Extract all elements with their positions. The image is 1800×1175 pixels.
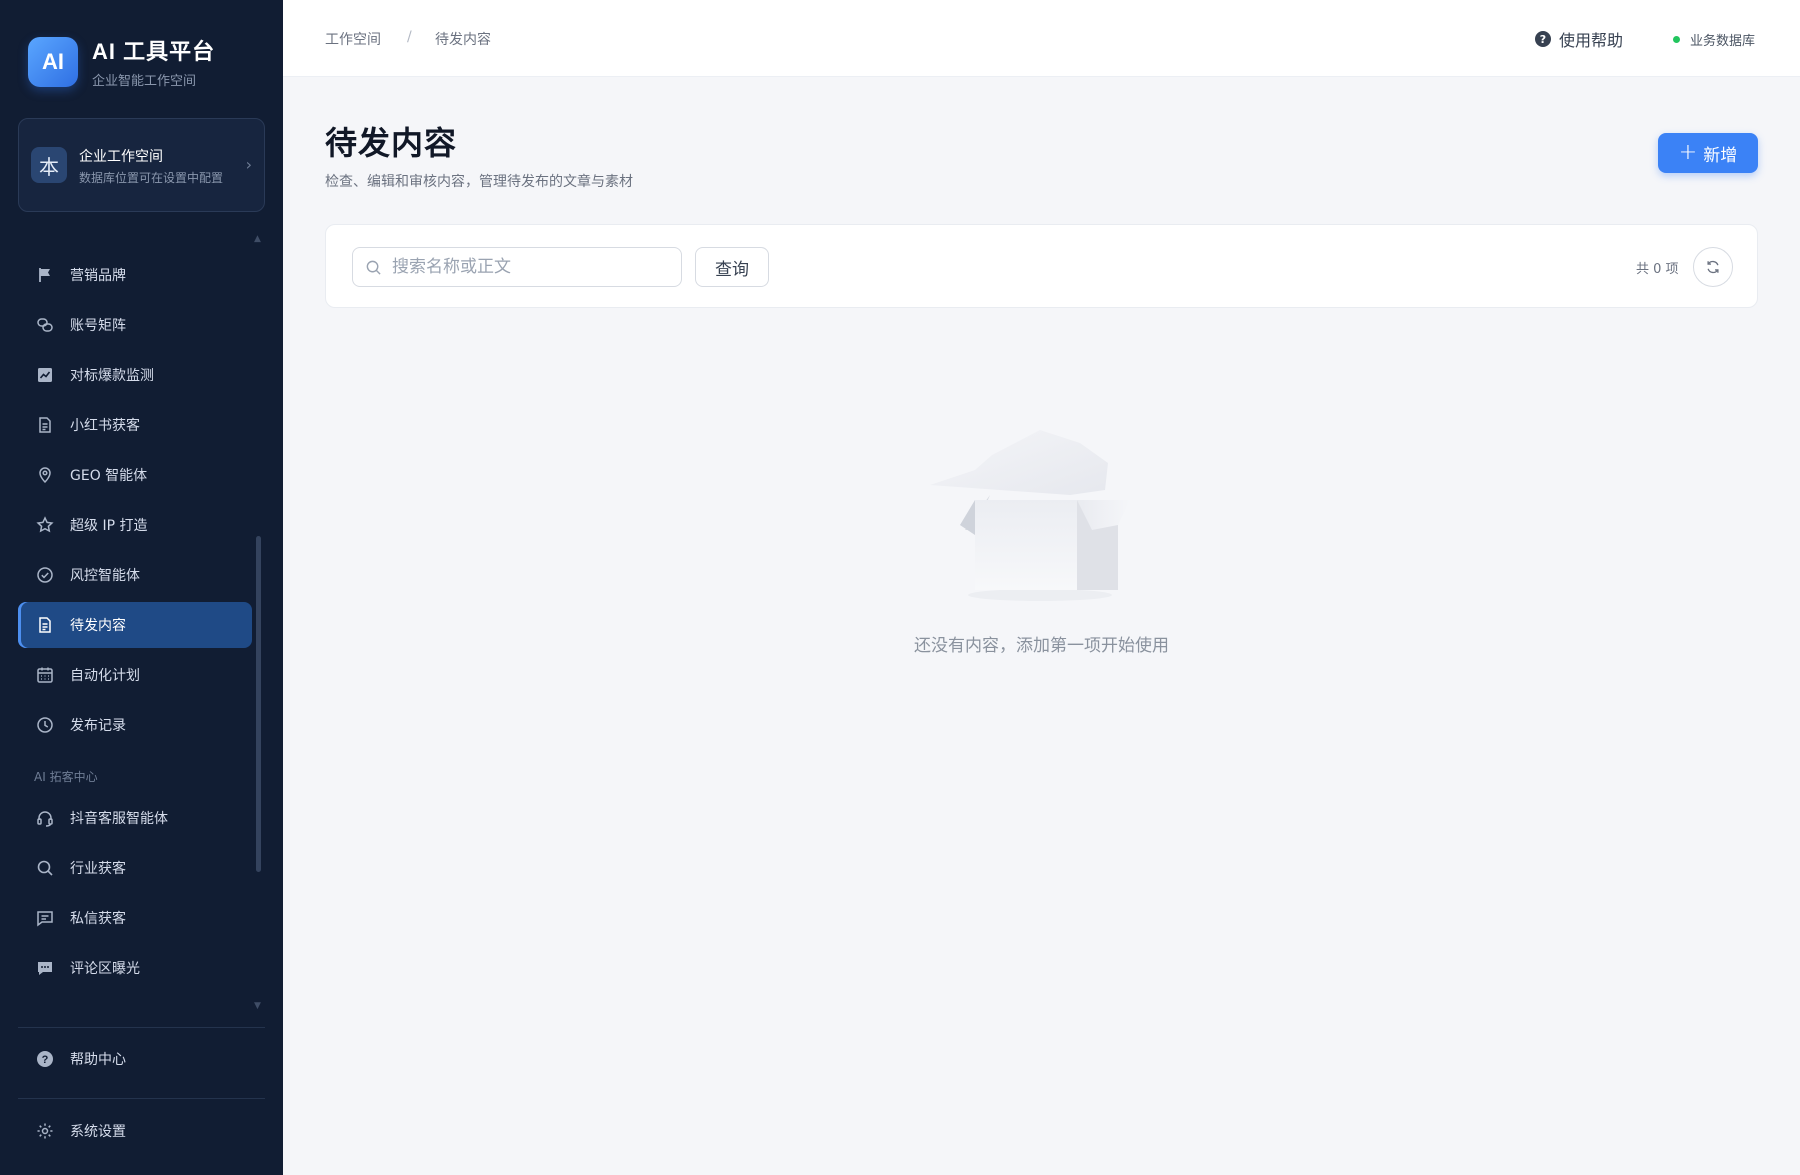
workspace-desc: 数据库位置可在设置中配置 [79, 170, 224, 185]
database-label: 业务数据库 [1690, 34, 1756, 49]
chevron-right-icon: › [245, 155, 252, 174]
add-button-label: 新增 [1703, 145, 1738, 166]
brand-logo: AI [28, 36, 78, 87]
sidebar-item-benchmark-monitor[interactable]: 对标爆款监测 [18, 352, 252, 398]
location-pin-icon [34, 464, 56, 486]
brand: AI AI 工具平台 企业智能工作空间 [28, 34, 215, 89]
plus-icon: + [1678, 140, 1698, 165]
refresh-button[interactable] [1693, 247, 1733, 287]
sidebar-item-label: 发布记录 [70, 718, 126, 734]
search-icon [34, 857, 56, 879]
sidebar-item-marketing-brand[interactable]: 营销品牌 [18, 252, 252, 298]
headset-icon [34, 807, 56, 829]
sidebar-item-label: 抖音客服智能体 [70, 811, 168, 827]
workspace-name: 企业工作空间 [79, 148, 163, 165]
sidebar-item-system-settings[interactable]: 系统设置 [18, 1108, 252, 1154]
document-icon [34, 414, 56, 436]
sidebar-item-label: 私信获客 [70, 911, 126, 927]
sidebar-item-label: 超级 IP 打造 [70, 518, 148, 534]
sidebar-item-label: 帮助中心 [70, 1052, 126, 1068]
breadcrumb-current: 待发内容 [435, 32, 491, 48]
help-link[interactable]: ? 使用帮助 [1535, 27, 1623, 51]
empty-state-message: 还没有内容，添加第一项开始使用 [0, 631, 1800, 656]
sidebar-item-xiaohongshu[interactable]: 小红书获客 [18, 402, 252, 448]
help-icon: ? [34, 1048, 56, 1070]
svg-text:?: ? [42, 1054, 49, 1066]
message-icon [34, 907, 56, 929]
link-icon [34, 314, 56, 336]
divider [18, 1027, 265, 1028]
breadcrumb-workspace[interactable]: 工作空间 [325, 29, 381, 49]
help-label: 使用帮助 [1559, 31, 1624, 50]
add-button[interactable]: + 新增 [1658, 133, 1758, 173]
status-dot-icon [1673, 36, 1680, 43]
sidebar-item-help-center[interactable]: ? 帮助中心 [18, 1036, 252, 1082]
result-count: 共 0 项 [1636, 262, 1679, 277]
sidebar-scrollbar[interactable] [256, 536, 261, 872]
sidebar-item-automation-plan[interactable]: 自动化计划 [18, 652, 252, 698]
sidebar-item-risk-agent[interactable]: 风控智能体 [18, 552, 252, 598]
sidebar-item-label: GEO 智能体 [70, 468, 148, 484]
sidebar-item-label: 评论区曝光 [70, 961, 140, 977]
sidebar-item-label: 小红书获客 [70, 418, 140, 434]
calendar-icon [34, 664, 56, 686]
search-box [352, 247, 682, 287]
sidebar-item-account-matrix[interactable]: 账号矩阵 [18, 302, 252, 348]
sidebar-item-industry-acquisition[interactable]: 行业获客 [18, 845, 252, 891]
sidebar-item-douyin-service[interactable]: 抖音客服智能体 [18, 795, 252, 841]
chart-icon [34, 364, 56, 386]
comment-icon [34, 957, 56, 979]
sidebar-item-label: 对标爆款监测 [70, 368, 154, 384]
sidebar-item-label: 风控智能体 [70, 568, 140, 584]
sidebar-item-label: 账号矩阵 [70, 318, 126, 334]
workspace-avatar: 本 [31, 147, 67, 183]
sidebar-item-super-ip[interactable]: 超级 IP 打造 [18, 502, 252, 548]
sidebar-item-label: 行业获客 [70, 861, 126, 877]
empty-state-text: 还没有内容，添加第一项开始使用 [914, 636, 1169, 656]
database-status[interactable]: 业务数据库 [1673, 30, 1755, 49]
help-icon: ? [1535, 31, 1551, 47]
flag-icon [34, 264, 56, 286]
gear-icon [34, 1120, 56, 1142]
check-circle-icon [34, 564, 56, 586]
brand-subtitle: 企业智能工作空间 [92, 74, 197, 89]
clock-icon [34, 714, 56, 736]
sidebar-item-label: 系统设置 [70, 1124, 126, 1140]
search-input[interactable] [392, 257, 662, 277]
page-title: 待发内容 [325, 124, 458, 162]
sidebar-item-geo-agent[interactable]: GEO 智能体 [18, 452, 252, 498]
sidebar-item-label: 自动化计划 [70, 668, 140, 684]
query-button[interactable]: 查询 [695, 247, 769, 287]
scroll-down-icon[interactable]: ▼ [254, 1001, 261, 1011]
search-icon [365, 259, 382, 276]
empty-box-illustration [930, 395, 1140, 605]
refresh-icon [1705, 259, 1721, 275]
section-label-ai-acquisition: AI 拓客中心 [34, 770, 98, 784]
breadcrumb-separator: / [407, 29, 412, 45]
star-icon [34, 514, 56, 536]
sidebar-item-dm-acquisition[interactable]: 私信获客 [18, 895, 252, 941]
divider [18, 1098, 265, 1099]
sidebar-item-label: 营销品牌 [70, 268, 126, 284]
page-description: 检查、编辑和审核内容，管理待发布的文章与素材 [325, 174, 633, 190]
workspace-switcher[interactable]: 本 企业工作空间 数据库位置可在设置中配置 › [18, 118, 265, 212]
sidebar-item-publish-history[interactable]: 发布记录 [18, 702, 252, 748]
sidebar-item-comment-exposure[interactable]: 评论区曝光 [18, 945, 252, 991]
filter-bar: 查询 共 0 项 [325, 224, 1758, 308]
brand-title: AI 工具平台 [92, 39, 216, 64]
topbar: 工作空间 / 待发内容 ? 使用帮助 业务数据库 [283, 0, 1800, 77]
scroll-up-icon[interactable]: ▲ [254, 234, 261, 244]
sidebar: AI AI 工具平台 企业智能工作空间 本 企业工作空间 数据库位置可在设置中配… [0, 0, 283, 1175]
